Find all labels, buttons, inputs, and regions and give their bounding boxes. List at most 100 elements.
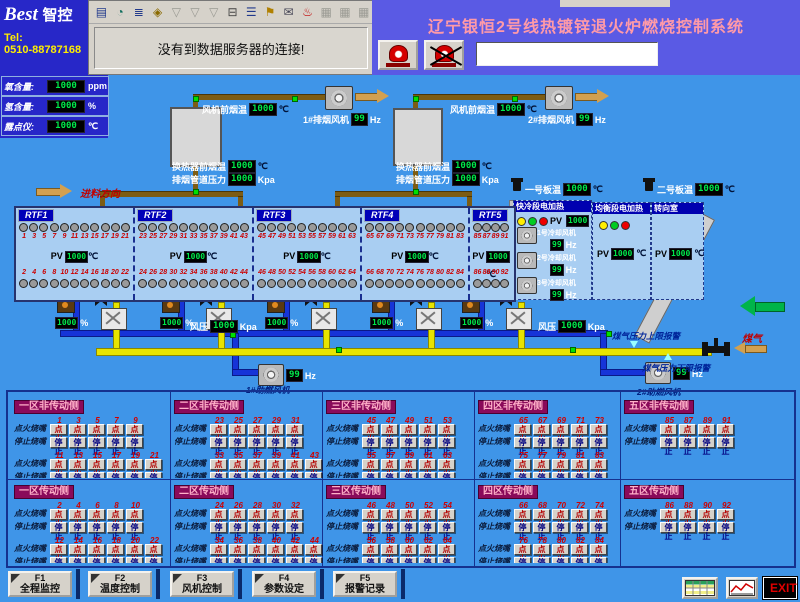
stop-button-63[interactable]: 停止 <box>438 472 455 479</box>
stop-button-67[interactable]: 停止 <box>533 437 550 448</box>
ignite-button-33[interactable]: 点火 <box>210 459 227 470</box>
stop-button-4[interactable]: 停止 <box>69 522 86 533</box>
stop-button-10[interactable]: 停止 <box>126 522 143 533</box>
ignite-button-4[interactable]: 点火 <box>69 509 86 520</box>
ignite-button-39[interactable]: 点火 <box>267 459 284 470</box>
stop-button-86[interactable]: 停止 <box>660 522 677 533</box>
stop-button-20[interactable]: 停止 <box>126 557 143 564</box>
stop-button-18[interactable]: 停止 <box>107 557 124 564</box>
ignite-button-52[interactable]: 点火 <box>419 509 436 520</box>
ignite-button-5[interactable]: 点火 <box>88 424 105 435</box>
stop-button-91[interactable]: 停止 <box>717 437 734 448</box>
ignite-button-84[interactable]: 点火 <box>590 544 607 555</box>
ignite-button-51[interactable]: 点火 <box>419 424 436 435</box>
window-icon-2[interactable]: ▦ <box>337 3 354 22</box>
ignite-button-58[interactable]: 点火 <box>381 544 398 555</box>
stop-button-51[interactable]: 停止 <box>419 437 436 448</box>
stop-button-57[interactable]: 停止 <box>381 472 398 479</box>
ignite-button-15[interactable]: 点火 <box>88 459 105 470</box>
ignite-button-7[interactable]: 点火 <box>107 424 124 435</box>
stop-button-65[interactable]: 停止 <box>514 437 531 448</box>
stop-button-58[interactable]: 停止 <box>381 557 398 564</box>
stop-button-17[interactable]: 停止 <box>107 472 124 479</box>
stop-button-34[interactable]: 停止 <box>210 557 227 564</box>
stop-button-68[interactable]: 停止 <box>533 522 550 533</box>
stop-button-23[interactable]: 停止 <box>210 437 227 448</box>
ignite-button-16[interactable]: 点火 <box>88 544 105 555</box>
stop-button-84[interactable]: 停止 <box>590 557 607 564</box>
stop-button-25[interactable]: 停止 <box>229 437 246 448</box>
stop-button-39[interactable]: 停止 <box>267 472 284 479</box>
ignite-button-23[interactable]: 点火 <box>210 424 227 435</box>
key-icon[interactable]: ⚑ <box>262 3 279 22</box>
stop-button-50[interactable]: 停止 <box>400 522 417 533</box>
stop-button-83[interactable]: 停止 <box>590 472 607 479</box>
book-icon[interactable]: ◈ <box>149 3 166 22</box>
stop-button-11[interactable]: 停止 <box>50 472 67 479</box>
stop-button-33[interactable]: 停止 <box>210 472 227 479</box>
stop-button-54[interactable]: 停止 <box>438 522 455 533</box>
stop-button-6[interactable]: 停止 <box>88 522 105 533</box>
stop-button-82[interactable]: 停止 <box>571 557 588 564</box>
rotate-icon[interactable]: ◔ <box>112 3 129 22</box>
ignite-button-25[interactable]: 点火 <box>229 424 246 435</box>
stop-button-75[interactable]: 停止 <box>514 472 531 479</box>
stop-button-1[interactable]: 停止 <box>50 437 67 448</box>
ignite-button-77[interactable]: 点火 <box>533 459 550 470</box>
stop-button-5[interactable]: 停止 <box>88 437 105 448</box>
ignite-button-47[interactable]: 点火 <box>381 424 398 435</box>
stop-button-48[interactable]: 停止 <box>381 522 398 533</box>
fkey-button-f3[interactable]: F3风机控制 <box>170 571 234 597</box>
stop-button-49[interactable]: 停止 <box>400 437 417 448</box>
ignite-button-31[interactable]: 点火 <box>286 424 303 435</box>
ignite-button-36[interactable]: 点火 <box>229 544 246 555</box>
ignite-button-76[interactable]: 点火 <box>514 544 531 555</box>
stop-button-76[interactable]: 停止 <box>514 557 531 564</box>
ignite-button-87[interactable]: 点火 <box>679 424 696 435</box>
ignite-button-81[interactable]: 点火 <box>571 459 588 470</box>
stop-button-77[interactable]: 停止 <box>533 472 550 479</box>
stop-button-42[interactable]: 停止 <box>286 557 303 564</box>
stop-button-7[interactable]: 停止 <box>107 437 124 448</box>
outline-icon[interactable]: ☰ <box>243 3 260 22</box>
stop-button-36[interactable]: 停止 <box>229 557 246 564</box>
stop-button-19[interactable]: 停止 <box>126 472 143 479</box>
ignite-button-50[interactable]: 点火 <box>400 509 417 520</box>
stop-button-55[interactable]: 停止 <box>362 472 379 479</box>
stop-button-40[interactable]: 停止 <box>267 557 284 564</box>
list-icon[interactable]: ≣ <box>130 3 147 22</box>
stop-button-3[interactable]: 停止 <box>69 437 86 448</box>
ignite-button-38[interactable]: 点火 <box>248 544 265 555</box>
ignite-button-44[interactable]: 点火 <box>305 544 322 555</box>
stop-button-8[interactable]: 停止 <box>107 522 124 533</box>
ignite-button-21[interactable]: 点火 <box>145 459 162 470</box>
alarm-lamp-button[interactable] <box>378 40 418 70</box>
ignite-button-43[interactable]: 点火 <box>305 459 322 470</box>
window-icon-1[interactable]: ▦ <box>318 3 335 22</box>
stop-button-2[interactable]: 停止 <box>50 522 67 533</box>
stop-button-92[interactable]: 停止 <box>717 522 734 533</box>
fkey-button-f4[interactable]: F4参数设定 <box>252 571 316 597</box>
stop-button-66[interactable]: 停止 <box>514 522 531 533</box>
stop-button-45[interactable]: 停止 <box>362 437 379 448</box>
trend-view-button[interactable] <box>726 577 758 599</box>
ignite-button-66[interactable]: 点火 <box>514 509 531 520</box>
stop-button-85[interactable]: 停止 <box>660 437 677 448</box>
ignite-button-92[interactable]: 点火 <box>717 509 734 520</box>
ignite-button-12[interactable]: 点火 <box>50 544 67 555</box>
fkey-button-f5[interactable]: F5报警记录 <box>333 571 397 597</box>
stop-button-74[interactable]: 停止 <box>590 522 607 533</box>
fkey-button-f2[interactable]: F2温度控制 <box>88 571 152 597</box>
ignite-button-46[interactable]: 点火 <box>362 509 379 520</box>
ignite-button-34[interactable]: 点火 <box>210 544 227 555</box>
ignite-button-48[interactable]: 点火 <box>381 509 398 520</box>
stop-button-37[interactable]: 停止 <box>248 472 265 479</box>
ignite-button-91[interactable]: 点火 <box>717 424 734 435</box>
stop-button-31[interactable]: 停止 <box>286 437 303 448</box>
exit-button[interactable]: EXIT <box>763 577 797 599</box>
stop-button-69[interactable]: 停止 <box>552 437 569 448</box>
stop-button-26[interactable]: 停止 <box>229 522 246 533</box>
stop-button-22[interactable]: 停止 <box>145 557 162 564</box>
ignite-button-45[interactable]: 点火 <box>362 424 379 435</box>
ignite-button-63[interactable]: 点火 <box>438 459 455 470</box>
